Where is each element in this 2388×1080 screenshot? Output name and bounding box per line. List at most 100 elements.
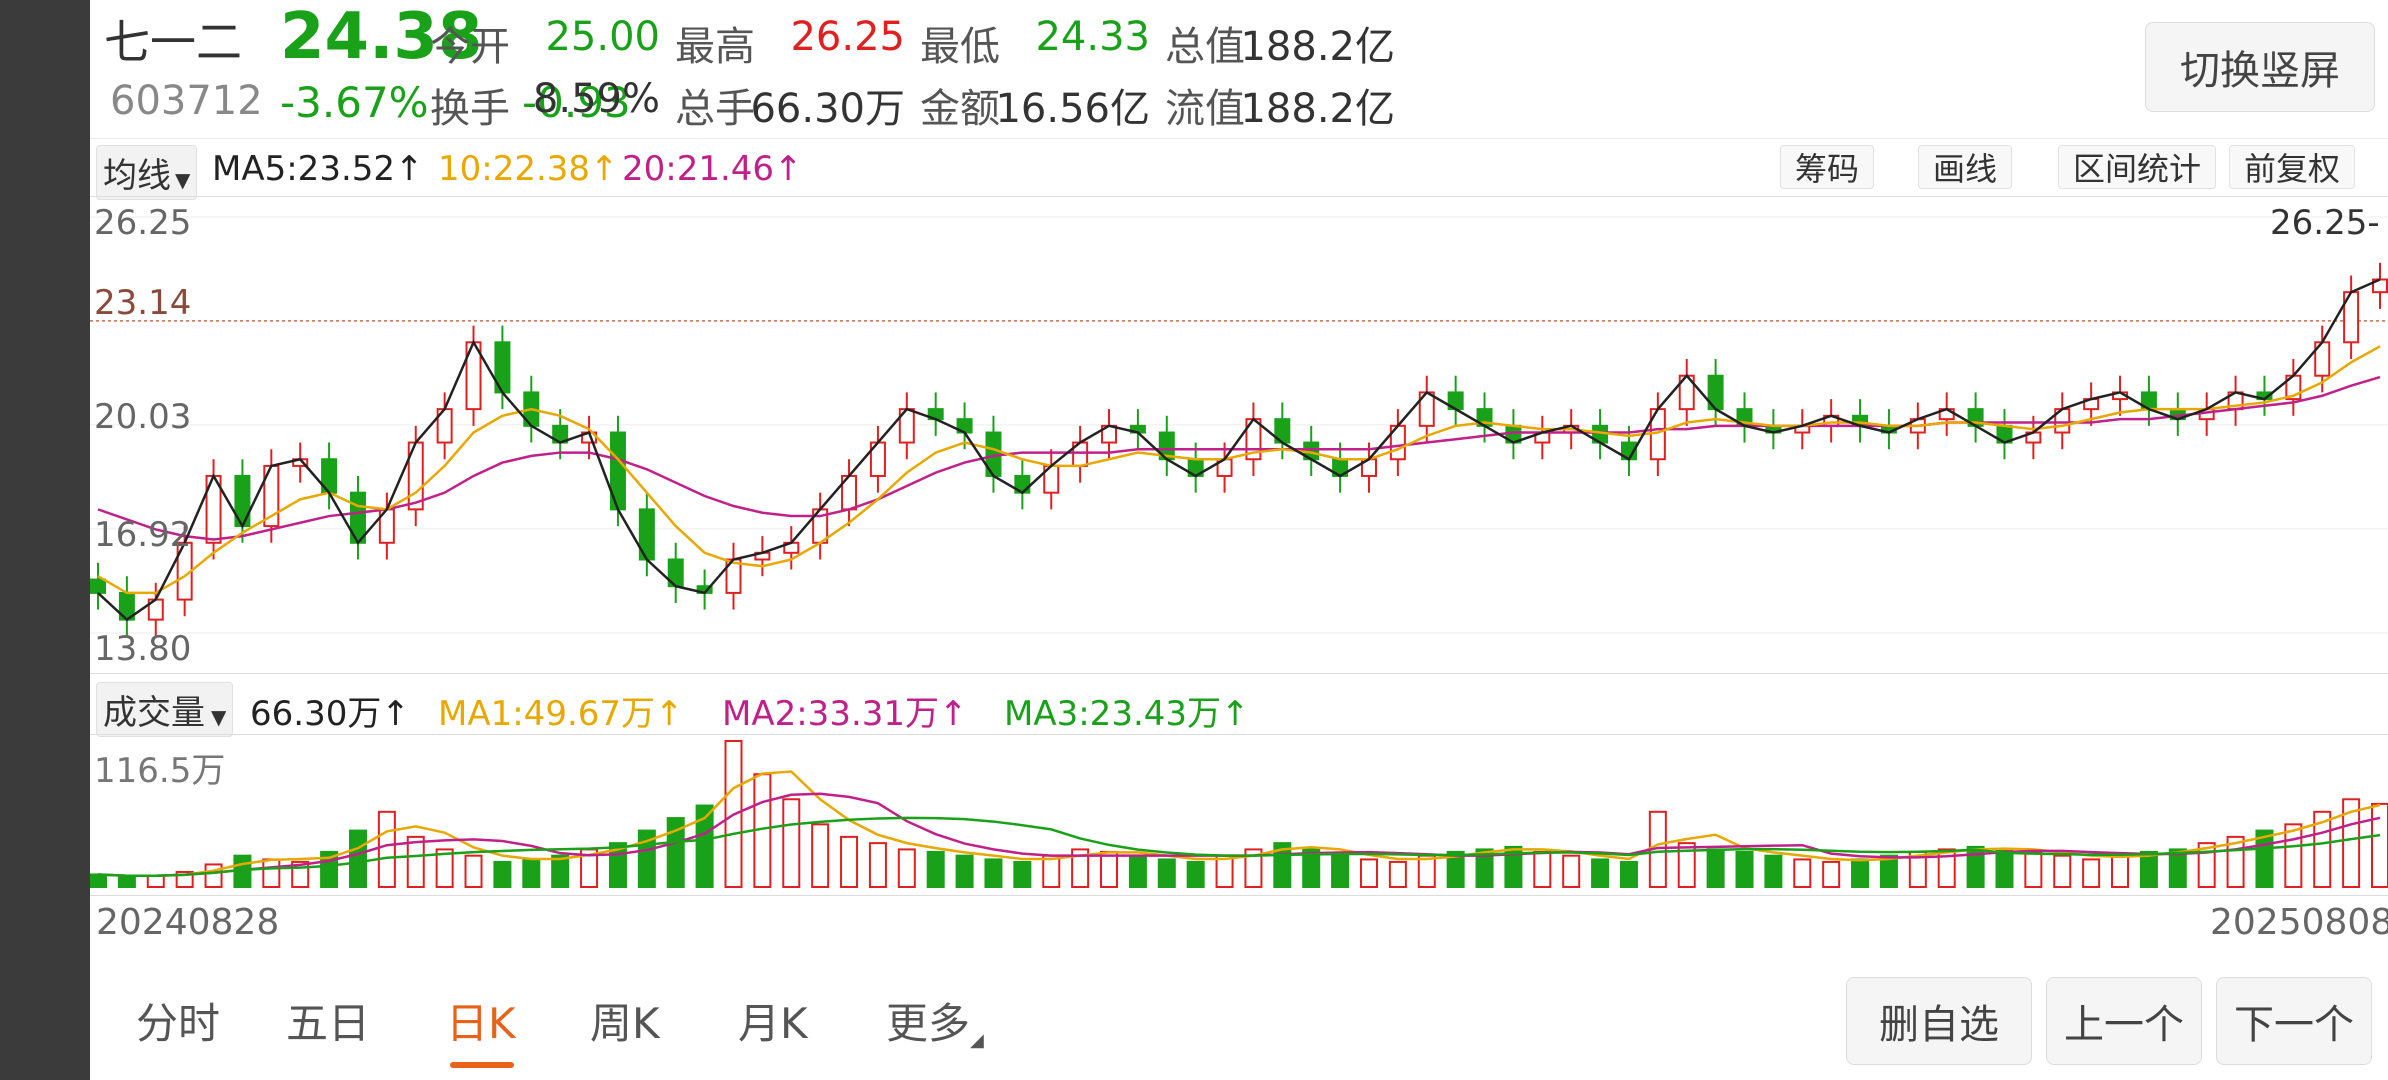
next-stock-button[interactable]: 下一个 <box>2216 977 2372 1065</box>
volume-bar-up <box>840 835 859 888</box>
volume-bar-up <box>2082 858 2101 888</box>
tab-intraday[interactable]: 分时 <box>136 990 220 1051</box>
volume-bar-down <box>1735 850 1754 889</box>
volume-svg <box>89 740 2388 889</box>
ma-indicator-row: 均线 ▼ MA5:23.52↑ 10:22.38↑ 20:21.46↑ 筹码 画线… <box>90 138 2388 200</box>
volume-bar-up <box>1533 850 1552 889</box>
quote-value: 16.56亿 <box>995 86 1150 132</box>
volume-bar-up <box>262 858 281 888</box>
volume-bar-up <box>2284 823 2303 889</box>
ma20-line <box>97 375 2381 541</box>
main-panel: 七一二 603712 24.38 -3.67% -0.93 今开 25.00 最… <box>89 0 2388 1080</box>
tab-more-label: 更多 <box>886 999 971 1048</box>
tab-five-day[interactable]: 五日 <box>286 990 370 1051</box>
quote-header: 七一二 603712 24.38 -3.67% -0.93 今开 25.00 最… <box>90 0 2388 135</box>
previous-stock-button[interactable]: 上一个 <box>2046 977 2202 1065</box>
ma20-value: 20:21.46↑ <box>622 149 803 189</box>
quote-value: 66.30万 <box>750 86 905 132</box>
range-stats-button[interactable]: 区间统计 <box>2058 145 2217 189</box>
high-price-label: 26.25- <box>2270 203 2380 243</box>
volume-bar-down <box>1128 854 1147 888</box>
y-axis-label: 16.92 <box>94 515 192 555</box>
switch-portrait-button[interactable]: 切换竖屏 <box>2145 22 2375 112</box>
tab-more[interactable]: 更多◢ <box>886 990 984 1051</box>
chevron-down-icon: ▼ <box>211 705 227 729</box>
stock-code: 603712 <box>110 78 263 124</box>
candle-down <box>90 578 106 594</box>
volume-chart[interactable]: 116.5万 <box>89 734 2388 896</box>
tab-monthly-k[interactable]: 月K <box>738 990 808 1051</box>
kline-chart[interactable]: 26.25 23.14 20.03 16.92 13.80 26.25- <box>90 196 2388 674</box>
ma-dropdown[interactable]: 均线 ▼ <box>96 145 198 200</box>
volume-bar-up <box>1042 854 1061 888</box>
volume-bar-down <box>926 850 945 889</box>
volume-bar-up <box>1215 854 1234 888</box>
quote-value: 188.2亿 <box>1240 86 1395 132</box>
volume-bar-up <box>1417 854 1436 888</box>
kline-svg <box>90 216 2388 637</box>
volume-bar-down <box>955 854 974 888</box>
volume-bar-up <box>464 854 483 888</box>
quote-value: 25.00 <box>545 14 660 60</box>
volume-bar-up <box>1359 858 1378 888</box>
volume-bar-up <box>146 874 165 888</box>
volume-bar-up <box>2111 854 2130 888</box>
change-percent: -3.67% <box>280 78 429 127</box>
volume-bar-up <box>897 848 916 888</box>
volume-bar-down <box>1764 854 1783 888</box>
volume-bar-down <box>2139 850 2158 889</box>
volume-bar-down <box>522 858 541 888</box>
volume-bar-down <box>1995 848 2014 888</box>
vol-ma3: MA3:23.43万↑ <box>1004 694 1250 734</box>
pre-adjust-button[interactable]: 前复权 <box>2229 145 2356 189</box>
ma10-value: 10:22.38↑ <box>438 149 619 189</box>
y-axis-label: 23.14 <box>94 283 192 323</box>
tab-daily-k[interactable]: 日K <box>446 990 516 1051</box>
volume-bar-up <box>782 798 801 888</box>
volume-bar-down <box>1619 860 1638 888</box>
volume-bar-up <box>2024 850 2043 889</box>
volume-bar-down <box>1157 858 1176 888</box>
volume-bar-up <box>1793 858 1812 888</box>
y-axis-label: 20.03 <box>94 397 192 437</box>
volume-bar-down <box>1706 848 1725 888</box>
volume-value: 66.30万↑ <box>250 694 410 734</box>
volume-bar-down <box>1591 858 1610 888</box>
start-date: 20240828 <box>96 902 280 943</box>
quote-value: 24.33 <box>1035 14 1150 60</box>
y-axis-label: 13.80 <box>94 629 192 669</box>
ma-dropdown-label: 均线 <box>103 156 171 196</box>
volume-dropdown[interactable]: 成交量 ▼ <box>96 682 234 737</box>
draw-line-button[interactable]: 画线 <box>1918 145 2013 189</box>
volume-bar-down <box>1186 860 1205 888</box>
left-side-bar <box>0 0 90 1080</box>
volume-bar-down <box>1013 860 1032 888</box>
volume-bar-up <box>1822 860 1841 888</box>
chip-button[interactable]: 筹码 <box>1780 145 1875 189</box>
volume-bar-down <box>493 860 512 888</box>
volume-bar-up <box>2371 802 2388 888</box>
quote-value: 188.2亿 <box>1240 24 1395 70</box>
volume-bar-down <box>551 854 570 888</box>
vol-ma1: MA1:49.67万↑ <box>438 694 684 734</box>
volume-bar-up <box>204 863 223 889</box>
period-tabs: 分时 五日 日K 周K 月K 更多◢ 删自选 上一个 下一个 <box>90 960 2388 1080</box>
volume-bar-down <box>117 875 136 888</box>
volume-bar-up <box>1562 854 1581 888</box>
volume-bar-up <box>868 842 887 888</box>
volume-bar-down <box>348 829 367 888</box>
ma5-value: MA5:23.52↑ <box>212 149 424 189</box>
corner-arrow-icon: ◢ <box>970 1030 984 1051</box>
volume-bar-up <box>2053 854 2072 888</box>
tab-weekly-k[interactable]: 周K <box>590 990 660 1051</box>
volume-bar-down <box>984 858 1003 888</box>
ma10-line <box>97 345 2381 595</box>
high-price-value: 26.25 <box>2270 203 2368 243</box>
volume-bar-down <box>89 873 107 888</box>
volume-dropdown-label: 成交量 <box>103 693 205 733</box>
volume-bar-up <box>406 835 425 888</box>
chevron-down-icon: ▼ <box>175 168 191 192</box>
remove-watchlist-button[interactable]: 删自选 <box>1846 977 2032 1065</box>
volume-bar-down <box>1851 858 1870 888</box>
volume-bar-up <box>1100 850 1119 889</box>
